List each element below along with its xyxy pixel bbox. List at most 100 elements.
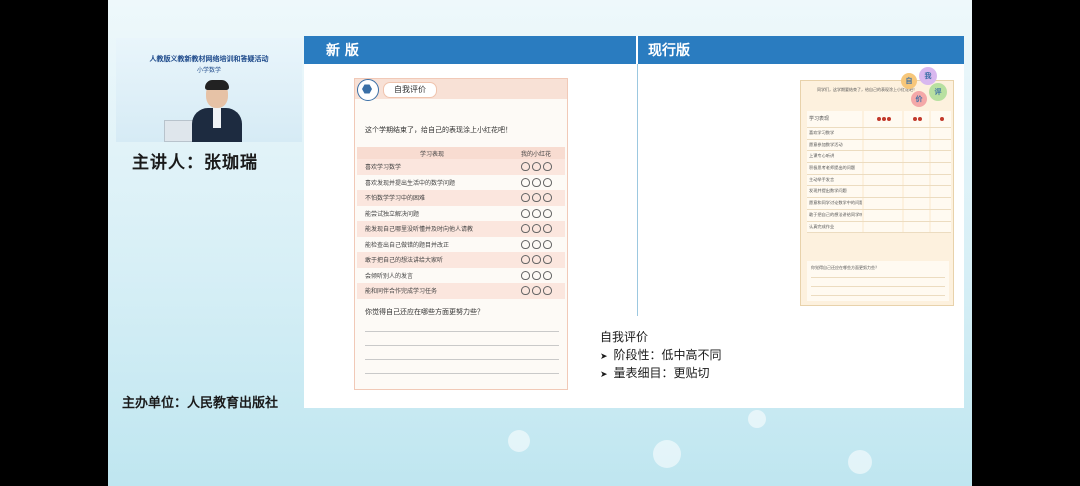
performance-label: 积极思考老师提出的问题: [807, 163, 862, 174]
flower-outline-icon[interactable]: [520, 286, 530, 296]
flower-outline-icon[interactable]: [531, 162, 541, 172]
flower-cell: [931, 198, 951, 209]
flower-outline-icon[interactable]: [531, 193, 541, 203]
performance-label: 敢于把自己的想法讲给大家听: [365, 257, 444, 265]
flower-cell: [904, 198, 929, 209]
self-evaluation-pill: 自我评价: [383, 82, 437, 98]
table-row: 发现并提出数学问题: [807, 186, 951, 199]
table-row: 积极思考老师提出的问题: [807, 163, 951, 175]
flower-header-one: [931, 111, 951, 127]
flower-outline-icon[interactable]: [520, 270, 530, 280]
new-card-question: 你觉得自己还应在哪些方面更努力些？: [365, 308, 484, 316]
performance-label: 喜欢学习数学: [807, 128, 862, 139]
flower-outline-icon[interactable]: [520, 177, 530, 187]
flower-cell: [904, 186, 929, 198]
bubble-char: 价: [911, 91, 927, 107]
flower-outline-icon[interactable]: [520, 239, 530, 249]
flower-icons: [507, 177, 565, 187]
flower-outline-icon[interactable]: [542, 286, 552, 296]
flower-outline-icon[interactable]: [531, 255, 541, 265]
column-header-performance: 学习表现: [419, 150, 444, 158]
bubble-char: 评: [929, 83, 947, 101]
flower-cell: [931, 139, 951, 151]
hexagon-icon: [357, 79, 379, 101]
flower-cell: [864, 186, 902, 198]
performance-label: 能和同伴合作完成学习任务: [365, 288, 438, 296]
flower-outline-icon[interactable]: [542, 177, 552, 187]
writing-line: [365, 359, 559, 360]
flower-outline-icon[interactable]: [520, 162, 530, 172]
current-version-evaluation-card: 同学们，这学期要结束了，给自己的表现涂上小红花吧！ 自 我 评 价 学习表现 喜…: [800, 67, 954, 306]
performance-label: 认真完成作业: [807, 221, 862, 233]
flower-cell: [864, 163, 902, 174]
flower-outline-icon[interactable]: [542, 162, 552, 172]
header-current-version: 现行版: [638, 36, 964, 64]
flower-outline-icon[interactable]: [542, 270, 552, 280]
table-row: 会倾听别人的发言: [357, 268, 565, 284]
performance-label: 能检查出自己做错的题目并改正: [365, 241, 450, 249]
flower-outline-icon[interactable]: [531, 239, 541, 249]
table-row: 能检查出自己做错的题目并改正: [357, 237, 565, 253]
flower-cell: [931, 128, 951, 139]
table-row: 愿意和同学讨论数学中的问题: [807, 198, 951, 210]
flower-outline-icon[interactable]: [542, 193, 552, 203]
performance-label: 喜欢学习数学: [365, 164, 402, 172]
flower-icons: [507, 286, 565, 296]
notes-title: 自我评价: [600, 330, 649, 344]
flower-cell: [864, 174, 902, 186]
speaker-avatar: [192, 80, 244, 142]
flower-outline-icon[interactable]: [531, 270, 541, 280]
flower-cell: [904, 139, 929, 151]
arrow-right-icon: ➤: [600, 370, 608, 380]
flower-icons: [507, 224, 565, 234]
flower-outline-icon[interactable]: [542, 208, 552, 218]
flower-cell: [864, 209, 902, 221]
flower-outline-icon[interactable]: [531, 177, 541, 187]
flower-outline-icon[interactable]: [531, 224, 541, 234]
table-row: 喜欢学习数学: [807, 128, 951, 140]
table-row: 上课专心听讲: [807, 151, 951, 164]
performance-label: 敢于把自己的想法讲给同学听: [807, 209, 862, 221]
performance-label: 能尝试独立解决问题: [365, 210, 420, 218]
table-row: 认真完成作业: [807, 221, 951, 234]
table-row: 喜欢学习数学: [357, 159, 565, 175]
speaker-name: 主讲人：张珈瑞: [132, 153, 258, 173]
flower-icons: [507, 255, 565, 265]
flower-outline-icon[interactable]: [520, 224, 530, 234]
video-subtitle: 小学数学: [196, 67, 221, 74]
flower-outline-icon[interactable]: [531, 286, 541, 296]
flower-cell: [904, 163, 929, 174]
flower-outline-icon[interactable]: [542, 255, 552, 265]
arrow-right-icon: ➤: [600, 352, 608, 362]
flower-header-two: [904, 111, 929, 127]
flower-outline-icon[interactable]: [520, 193, 530, 203]
flower-cell: [931, 221, 951, 233]
flower-cell: [904, 174, 929, 186]
flower-outline-icon[interactable]: [542, 224, 552, 234]
flower-cell: [864, 139, 902, 151]
flower-outline-icon[interactable]: [520, 208, 530, 218]
flower-cell: [864, 198, 902, 209]
table-row: 主动举手发言: [807, 174, 951, 187]
flower-outline-icon[interactable]: [542, 239, 552, 249]
flower-header-three: [864, 111, 902, 127]
bubble-char: 我: [919, 67, 937, 85]
bubble-char: 自: [901, 73, 917, 89]
new-version-evaluation-card: 自我评价 这个学期结束了，给自己的表现涂上小红花吧！ 学习表现 我的小红花 喜欢…: [354, 78, 568, 390]
current-card-question: 你觉得自己还应在哪些方面更努力些？: [811, 265, 879, 270]
table-header-row: 学习表现: [807, 111, 951, 128]
table-row: 愿意参加数学活动: [807, 139, 951, 152]
performance-label: 不怕数学学习中的困难: [365, 195, 426, 203]
header-new-version: 新 版: [304, 36, 636, 64]
flower-cell: [904, 209, 929, 221]
flower-icons: [507, 193, 565, 203]
flower-icons: [507, 239, 565, 249]
flower-cell: [931, 209, 951, 221]
organizer-label: 主办单位：人民教育出版社: [122, 396, 279, 411]
performance-label: 能发现自己哪里没听懂并及时向他人请教: [365, 226, 474, 234]
performance-label: 上课专心听讲: [807, 151, 862, 163]
table-header-row: 学习表现 我的小红花: [357, 147, 565, 159]
screen-stage: 人教版义教新教材网络培训和答疑活动 小学数学 主讲人：张珈瑞 主办单位：人民教育…: [108, 0, 972, 486]
flower-outline-icon[interactable]: [520, 255, 530, 265]
flower-outline-icon[interactable]: [531, 208, 541, 218]
